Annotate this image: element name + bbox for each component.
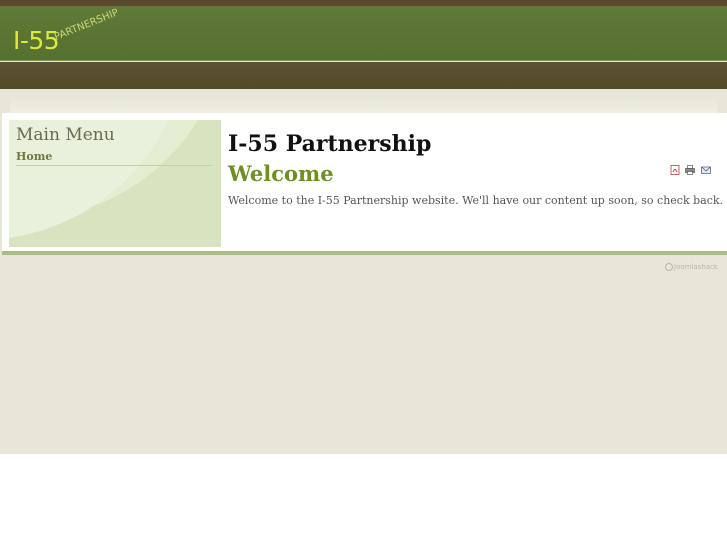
logo-main-text: I-55 xyxy=(13,26,60,55)
article-title: Welcome xyxy=(228,161,334,186)
pdf-icon[interactable] xyxy=(670,165,680,175)
logo-sub-text: PARTNERSHIP xyxy=(52,7,121,44)
site-header: I-55 PARTNERSHIP xyxy=(0,6,727,61)
menu-title: Main Menu xyxy=(16,125,115,145)
content-shadow xyxy=(10,97,717,113)
article-body: Welcome to the I-55 Partnership website.… xyxy=(228,194,724,207)
sidebar-main-menu: Main Menu Home xyxy=(9,120,221,247)
nav-bar xyxy=(0,62,727,89)
print-icon[interactable] xyxy=(685,165,695,175)
footer-credit[interactable]: Joomlashack xyxy=(665,263,718,271)
credit-text: Joomlashack xyxy=(674,263,718,271)
credit-logo-icon xyxy=(665,263,673,271)
email-icon[interactable] xyxy=(701,165,711,175)
content-area: Main Menu Home I-55 Partnership Welcome … xyxy=(2,113,727,255)
sidebar-item-home[interactable]: Home xyxy=(16,150,212,166)
page-title: I-55 Partnership xyxy=(228,131,432,157)
